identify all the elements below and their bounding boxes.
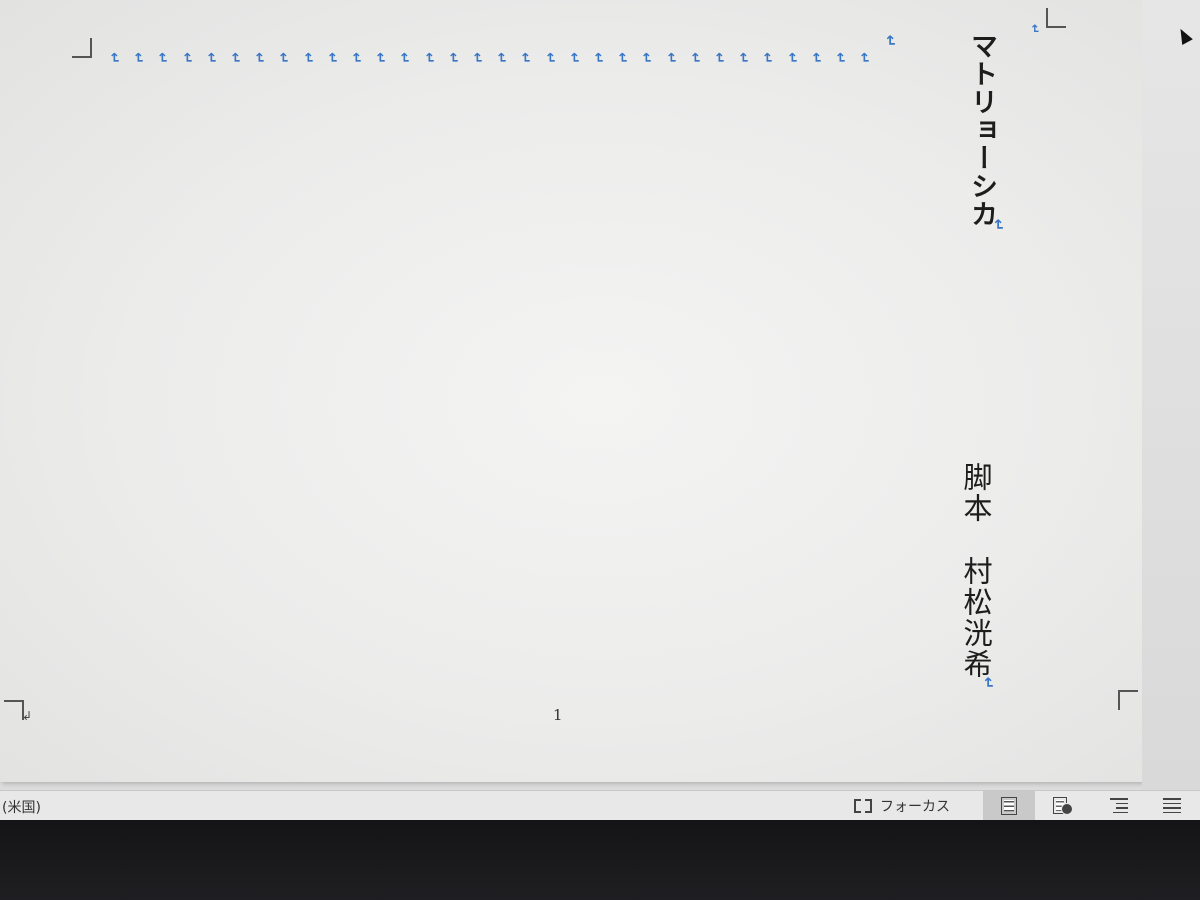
paragraph-mark: ↵: [614, 52, 631, 64]
author-paragraph-mark: ↵: [979, 676, 998, 690]
paragraph-mark: ↵: [468, 52, 485, 64]
document-title[interactable]: マトリョーシカ: [962, 32, 1001, 228]
workspace-margin: [1142, 0, 1200, 790]
document-page[interactable]: ↵ ↵ ↵ ↵ ↵ ↵ ↵ ↵ ↵ ↵ ↵ ↵ ↵ ↵ ↵ ↵ ↵ ↵ ↵ ↵ ↵ ↵ ↵ ↵ ↵ ↵ ↵ ↵ ↵ ↵ ↵ ↵ ↵ ↵ マトリ…: [0, 0, 1142, 782]
empty-paragraph-marks-row: ↵ ↵ ↵ ↵ ↵ ↵ ↵ ↵ ↵ ↵ ↵ ↵ ↵ ↵ ↵ ↵ ↵ ↵ ↵ ↵ ↵ ↵ ↵ ↵ ↵ ↵ ↵ ↵ ↵ ↵ ↵ ↵: [105, 36, 908, 66]
section-return-mark: ↲: [22, 709, 33, 723]
script-credit-label[interactable]: 脚本: [955, 462, 997, 524]
focus-mode-button[interactable]: フォーカス: [846, 791, 958, 820]
paragraph-mark: ↵: [1028, 23, 1043, 35]
paragraph-mark: ↵: [807, 52, 824, 64]
crop-mark-top-left: [72, 38, 92, 58]
paragraph-mark: ↵: [686, 52, 703, 64]
paragraph-mark: ↵: [541, 52, 558, 64]
outline-view-button[interactable]: [1093, 791, 1145, 820]
paragraph-mark: ↵: [323, 52, 340, 64]
paragraph-mark: ↵: [662, 52, 679, 64]
paragraph-mark: ↵: [517, 52, 534, 64]
paragraph-mark: ↵: [105, 52, 122, 64]
paragraph-mark: ↵: [202, 52, 219, 64]
page-number: 1: [553, 706, 563, 724]
outline-icon: [1110, 798, 1128, 813]
crop-mark-bottom-left: [4, 700, 24, 720]
print-layout-icon: [1001, 796, 1017, 815]
paragraph-mark: ↵: [178, 52, 195, 64]
paragraph-mark: ↵: [372, 52, 389, 64]
focus-mode-label: フォーカス: [880, 798, 950, 815]
paragraph-mark: ↵: [783, 52, 800, 64]
draft-view-button[interactable]: [1146, 791, 1198, 820]
crop-mark-bottom-right: [1118, 690, 1138, 710]
paragraph-mark: ↵: [735, 52, 752, 64]
crop-mark-top-right: [1046, 8, 1066, 28]
paragraph-mark: ↵: [420, 52, 437, 64]
web-layout-icon: [1053, 796, 1073, 815]
language-indicator[interactable]: (米国): [2, 797, 41, 817]
paragraph-mark: ↵: [130, 52, 147, 64]
paragraph-mark: ↵: [154, 52, 171, 64]
paragraph-mark: ↵: [856, 52, 873, 64]
web-layout-view-button[interactable]: [1037, 791, 1089, 820]
focus-icon: [854, 798, 872, 813]
paragraph-mark: ↵: [444, 52, 461, 64]
paragraph-mark: ↵: [396, 52, 413, 64]
paragraph-mark: ↵: [565, 52, 582, 64]
paragraph-mark: ↵: [710, 52, 727, 64]
print-layout-view-button[interactable]: [983, 791, 1035, 820]
paragraph-mark: ↵: [347, 52, 364, 64]
title-paragraph-mark: ↵: [989, 218, 1008, 232]
script-author-name[interactable]: 村松洸希: [955, 556, 997, 680]
draft-icon: [1163, 798, 1181, 813]
paragraph-mark: ↵: [759, 52, 776, 64]
paragraph-mark: ↵: [638, 52, 655, 64]
paragraph-mark: ↵: [275, 52, 292, 64]
paragraph-mark: ↵: [589, 52, 606, 64]
paragraph-mark: ↵: [881, 34, 900, 48]
paragraph-mark: ↵: [299, 52, 316, 64]
screen-bezel: [0, 820, 1200, 900]
status-bar: (米国) フォーカス: [0, 790, 1200, 820]
paragraph-mark: ↵: [226, 52, 243, 64]
paragraph-mark: ↵: [493, 52, 510, 64]
paragraph-mark: ↵: [251, 52, 268, 64]
paragraph-mark: ↵: [831, 52, 848, 64]
document-workspace: ↵ ↵ ↵ ↵ ↵ ↵ ↵ ↵ ↵ ↵ ↵ ↵ ↵ ↵ ↵ ↵ ↵ ↵ ↵ ↵ ↵ ↵ ↵ ↵ ↵ ↵ ↵ ↵ ↵ ↵ ↵ ↵ ↵ ↵ マトリ…: [0, 0, 1200, 790]
